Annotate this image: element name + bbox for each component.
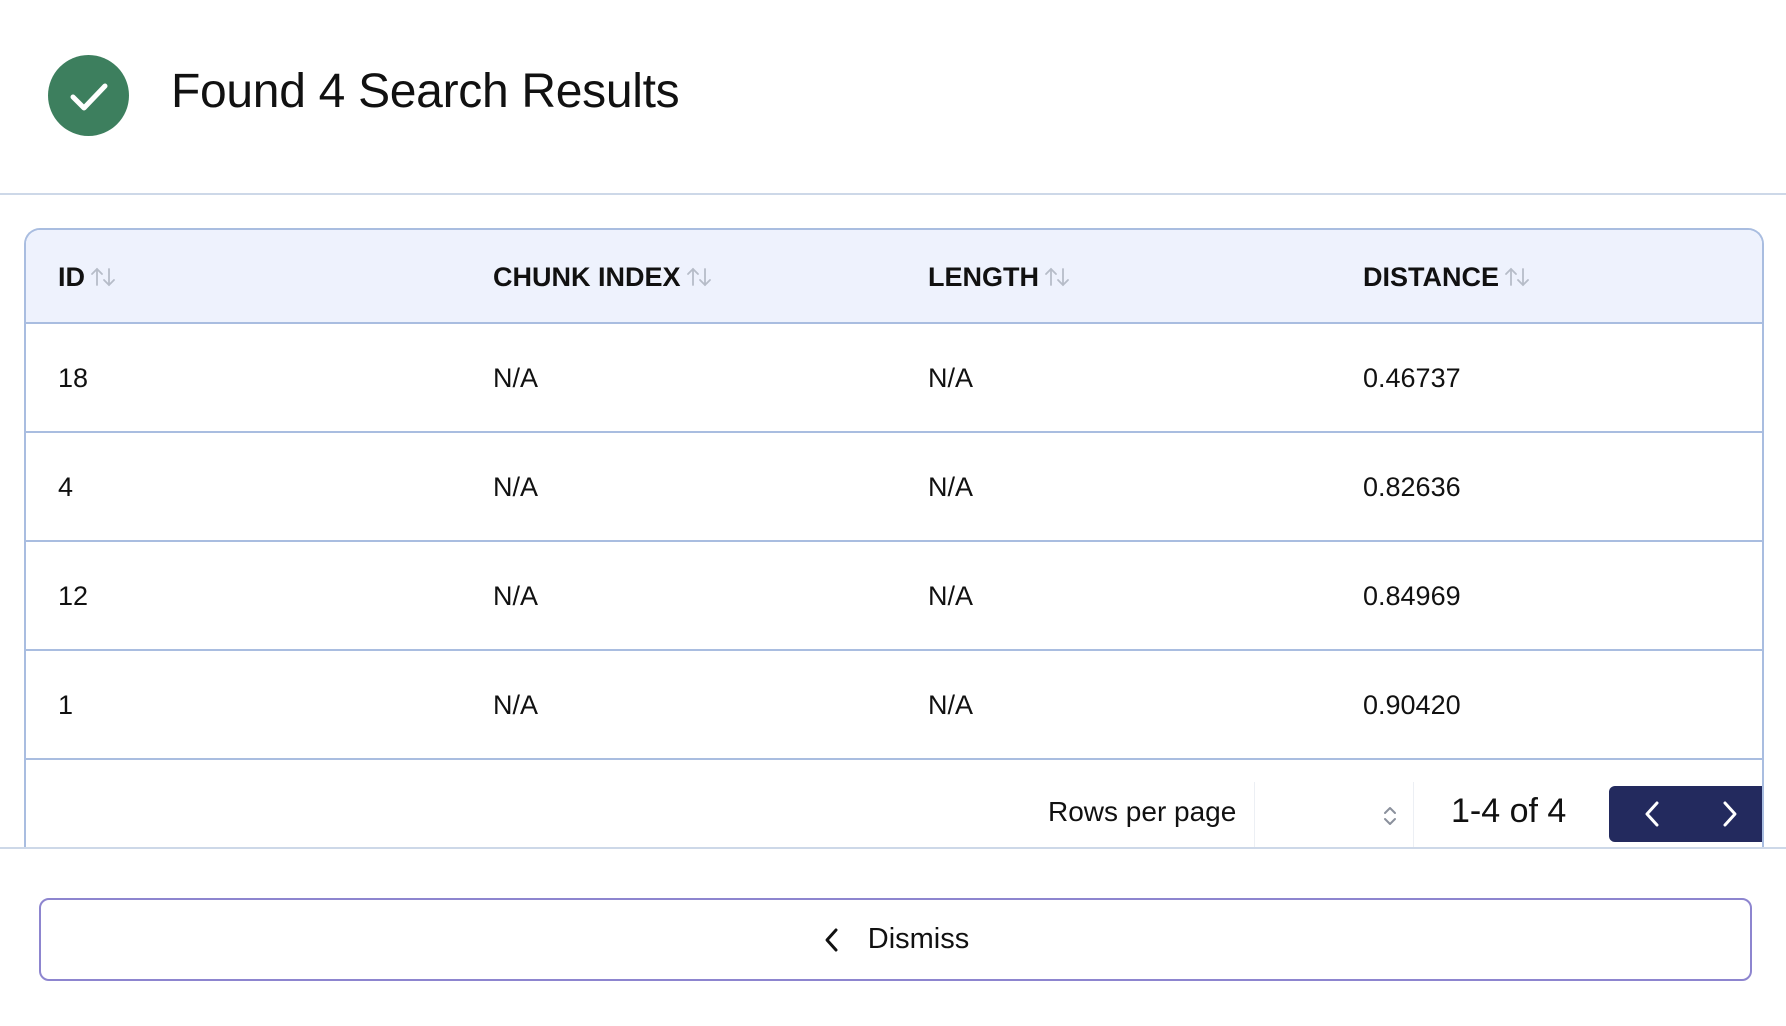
chevron-left-icon — [1645, 801, 1659, 827]
previous-page-button[interactable] — [1609, 786, 1697, 842]
page-title: Found 4 Search Results — [171, 65, 680, 118]
dismiss-button[interactable]: Dismiss — [39, 898, 1752, 981]
column-header-label: ID — [58, 261, 85, 292]
sort-arrows-icon[interactable] — [1043, 265, 1071, 289]
column-header-label: DISTANCE — [1363, 261, 1500, 292]
table-row: 12 N/A N/A 0.84969 — [26, 542, 1762, 651]
column-header-label: LENGTH — [928, 261, 1039, 292]
cell-distance: 0.84969 — [1363, 581, 1461, 611]
sort-arrows-icon[interactable] — [89, 265, 117, 289]
cell-id: 12 — [58, 581, 89, 611]
divider — [0, 847, 1786, 849]
cell-chunk-index: N/A — [493, 690, 539, 720]
sort-arrows-icon[interactable] — [1503, 265, 1531, 289]
cell-distance: 0.82636 — [1363, 472, 1461, 502]
pagination-range: 1-4 of 4 — [1451, 792, 1567, 830]
table-header: ID CHUNK INDEX LENGTH DISTANCE — [26, 230, 1762, 324]
cell-id: 4 — [58, 472, 74, 502]
sort-arrows-icon[interactable] — [685, 265, 713, 289]
cell-id: 18 — [58, 363, 89, 393]
results-table: ID CHUNK INDEX LENGTH DISTANCE 18 N/A N/… — [24, 228, 1764, 848]
pagination-bar: Rows per page 1-4 of 4 — [26, 760, 1762, 848]
column-header-length[interactable]: LENGTH — [928, 230, 1071, 324]
column-header-chunk-index[interactable]: CHUNK INDEX — [493, 230, 713, 324]
table-row: 18 N/A N/A 0.46737 — [26, 324, 1762, 433]
rows-per-page-select[interactable] — [1254, 782, 1414, 848]
cell-length: N/A — [928, 690, 974, 720]
dismiss-label: Dismiss — [867, 923, 970, 955]
rows-per-page-label: Rows per page — [1048, 796, 1237, 827]
cell-length: N/A — [928, 581, 974, 611]
cell-chunk-index: N/A — [493, 581, 539, 611]
cell-chunk-index: N/A — [493, 363, 539, 393]
select-arrows-icon — [1384, 807, 1396, 825]
table-row: 4 N/A N/A 0.82636 — [26, 433, 1762, 542]
results-header: Found 4 Search Results — [0, 0, 1786, 195]
cell-length: N/A — [928, 363, 974, 393]
column-header-distance[interactable]: DISTANCE — [1363, 230, 1531, 324]
check-circle-icon — [48, 55, 129, 136]
column-header-label: CHUNK INDEX — [493, 261, 681, 292]
cell-distance: 0.90420 — [1363, 690, 1461, 720]
chevron-right-icon — [1723, 801, 1737, 827]
next-page-button[interactable] — [1685, 786, 1762, 842]
cell-length: N/A — [928, 472, 974, 502]
cell-id: 1 — [58, 690, 74, 720]
table-row: 1 N/A N/A 0.90420 — [26, 651, 1762, 760]
cell-chunk-index: N/A — [493, 472, 539, 502]
chevron-left-icon — [825, 928, 838, 951]
column-header-id[interactable]: ID — [58, 230, 117, 324]
cell-distance: 0.46737 — [1363, 363, 1461, 393]
